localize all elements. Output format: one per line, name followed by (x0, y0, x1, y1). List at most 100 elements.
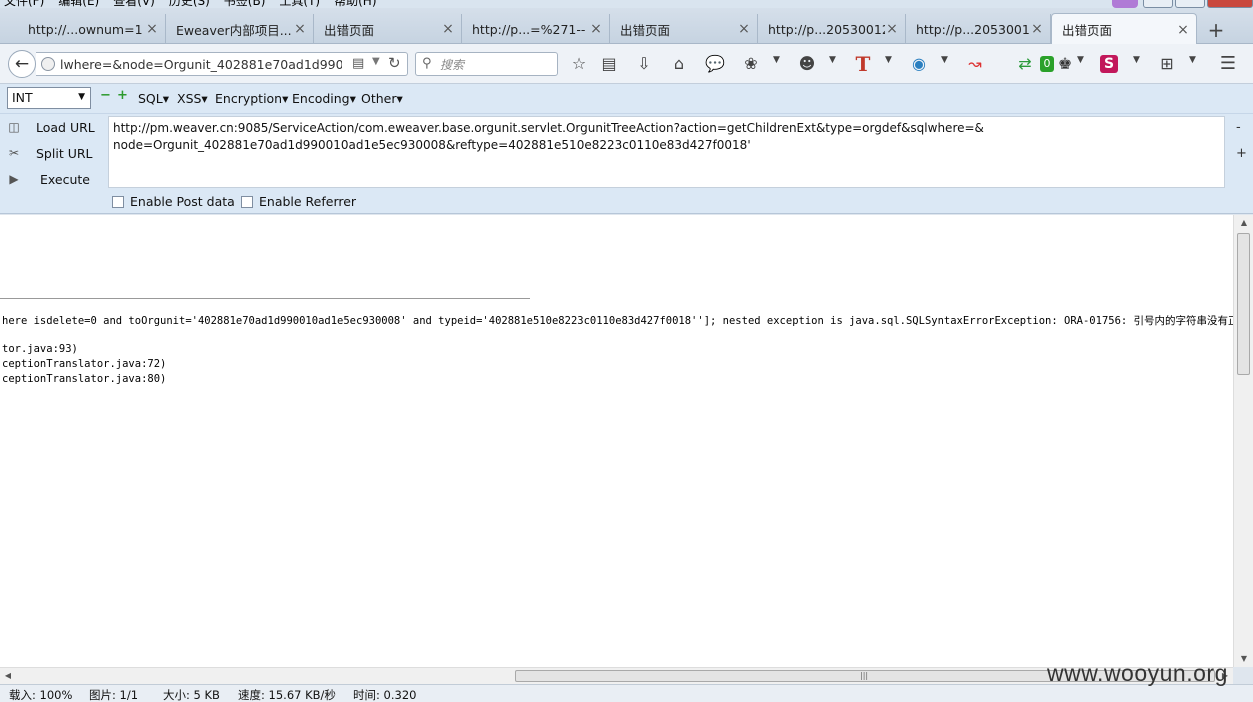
load-url-icon: ◫ (8, 120, 20, 134)
page-content: here isdelete=0 and toOrgunit='402881e70… (0, 215, 1233, 667)
chevron-down-icon: ▼ (78, 92, 85, 102)
vertical-scrollbar[interactable]: ▲ ▼ (1233, 215, 1253, 667)
tab-close-icon[interactable]: × (737, 21, 751, 37)
execute-button[interactable]: ▶ Execute (4, 168, 90, 190)
menu-edit[interactable]: 编辑(E) (58, 0, 99, 8)
trend-chart-icon[interactable]: ↝ (964, 53, 986, 75)
tab-close-icon[interactable]: × (145, 21, 159, 37)
tab-8-active[interactable]: 出错页面 × (1051, 13, 1197, 45)
minimize-button[interactable] (1143, 0, 1173, 8)
split-url-button[interactable]: ✂ Split URL (4, 142, 93, 164)
split-url-label: Split URL (36, 145, 93, 161)
tab-1[interactable]: http://...ownum=1 × (18, 14, 166, 44)
close-window-button[interactable] (1207, 0, 1253, 8)
url-input[interactable] (60, 55, 342, 73)
shrink-textarea-button[interactable]: - (1236, 120, 1241, 135)
search-icon[interactable]: ⚲ (422, 56, 432, 71)
tab-close-icon[interactable]: × (293, 21, 307, 37)
web-globe-dropdown-icon[interactable]: ▼ (941, 55, 948, 65)
search-input[interactable] (440, 56, 552, 73)
tab-close-icon[interactable]: × (1030, 21, 1044, 37)
menu-bar: 文件(F) 编辑(E) 查看(V) 历史(S) 书签(B) 工具(T) 帮助(H… (0, 0, 1253, 8)
menu-view[interactable]: 查看(V) (113, 0, 155, 8)
increase-button[interactable]: + (117, 89, 128, 102)
download-icon[interactable]: ⇩ (633, 53, 655, 75)
tab-2[interactable]: Eweaver内部项目... × (166, 14, 314, 44)
reader-view-icon[interactable]: ▤ (352, 56, 364, 71)
encryption-menu[interactable]: Encryption▾ (215, 91, 288, 106)
crop-dropdown-icon[interactable]: ▼ (1189, 55, 1196, 65)
xss-menu[interactable]: XSS▾ (177, 91, 208, 106)
tab-5[interactable]: 出错页面 × (610, 14, 758, 44)
tab-7[interactable]: http://p...20530012 × (906, 14, 1051, 44)
load-url-button[interactable]: ◫ Load URL (4, 116, 94, 138)
bookmark-star-icon[interactable]: ☆ (568, 53, 590, 75)
checkbox-box (112, 195, 124, 208)
play-icon: ▶ (9, 172, 19, 186)
greasemonkey-icon[interactable]: ☻ (796, 53, 818, 75)
status-images: 图片: 1/1 (89, 688, 139, 702)
watermark: www.wooyun.org (1047, 660, 1228, 686)
decrease-button[interactable]: − (100, 89, 111, 102)
bookmarks-list-icon[interactable]: ▤ (598, 53, 620, 75)
tab-close-icon[interactable]: × (885, 21, 899, 37)
url-dropdown-icon[interactable]: ▼ (372, 56, 380, 67)
new-tab-button[interactable]: + (1204, 19, 1228, 43)
menu-file[interactable]: 文件(F) (4, 0, 44, 8)
reload-icon[interactable]: ↻ (388, 54, 401, 72)
scroll-left-icon[interactable]: ◀ (0, 668, 16, 684)
sync-arrows-icon[interactable]: ⇄ (1014, 53, 1036, 75)
status-size: 大小: 5 KB (163, 688, 220, 702)
chat-icon[interactable]: 💬 (704, 53, 726, 75)
menu-help[interactable]: 帮助(H) (334, 0, 376, 8)
app-badge-icon[interactable] (1112, 0, 1138, 8)
other-menu[interactable]: Other▾ (361, 91, 403, 106)
crop-icon[interactable]: ⊞ (1156, 53, 1178, 75)
tab-label: 出错页面 (324, 22, 375, 38)
menu-bookmarks[interactable]: 书签(B) (224, 0, 266, 8)
firebug-dropdown-icon[interactable]: ▼ (773, 55, 780, 65)
maximize-button[interactable] (1175, 0, 1205, 8)
scroll-up-icon[interactable]: ▲ (1234, 215, 1253, 231)
menu-history[interactable]: 历史(S) (169, 0, 210, 8)
window-controls (1141, 0, 1253, 8)
encoding-menu[interactable]: Encoding▾ (292, 91, 356, 106)
hackbar-panel: ◫ Load URL ✂ Split URL ▶ Execute http://… (0, 114, 1253, 214)
search-bar: ⚲ (415, 52, 558, 76)
tab-close-icon[interactable]: × (441, 21, 455, 37)
lock-people-dropdown-icon[interactable]: ▼ (1077, 55, 1084, 65)
web-globe-icon[interactable]: ◉ (908, 53, 930, 75)
sql-menu[interactable]: SQL▾ (138, 91, 169, 106)
hackbar-url-textarea[interactable]: http://pm.weaver.cn:9085/ServiceAction/c… (108, 116, 1225, 188)
lock-people-icon[interactable]: ♚ (1054, 53, 1076, 75)
home-icon[interactable]: ⌂ (668, 53, 690, 75)
hamburger-menu-icon[interactable]: ☰ (1217, 53, 1239, 75)
globe-icon[interactable] (41, 57, 55, 71)
execute-label: Execute (40, 171, 90, 187)
text-tool-dropdown-icon[interactable]: ▼ (885, 55, 892, 65)
hackbar-toolbar: INT ▼ − + SQL▾ XSS▾ Encryption▾ Encoding… (0, 84, 1253, 114)
back-button[interactable]: ← (8, 50, 36, 78)
scroll-down-icon[interactable]: ▼ (1234, 651, 1253, 667)
s-extension-icon[interactable]: S (1100, 55, 1118, 73)
stack-trace-line: ceptionTranslator.java:80) (2, 373, 167, 385)
menu-tools[interactable]: 工具(T) (279, 0, 320, 8)
tab-close-icon[interactable]: × (1176, 22, 1190, 38)
badge-zero-icon[interactable]: 0 (1040, 56, 1054, 72)
firebug-icon[interactable]: ❀ (740, 53, 762, 75)
greasemonkey-dropdown-icon[interactable]: ▼ (829, 55, 836, 65)
enable-referrer-checkbox[interactable]: Enable Referrer (241, 194, 356, 209)
vertical-scroll-thumb[interactable] (1237, 233, 1250, 375)
menu-items: 文件(F) 编辑(E) 查看(V) 历史(S) 书签(B) 工具(T) 帮助(H… (4, 0, 377, 8)
type-select[interactable]: INT ▼ (7, 87, 91, 109)
enable-post-data-checkbox[interactable]: Enable Post data (112, 194, 235, 209)
text-tool-icon[interactable]: T (852, 53, 874, 75)
tab-4[interactable]: http://p...=%271-- × (462, 14, 610, 44)
url-bar: ▤ ▼ ↻ (36, 52, 408, 76)
tab-label: http://p...20530012 (768, 21, 885, 37)
tab-6[interactable]: http://p...20530012 × (758, 14, 906, 44)
tab-close-icon[interactable]: × (589, 21, 603, 37)
tab-3[interactable]: 出错页面 × (314, 14, 462, 44)
grow-textarea-button[interactable]: + (1236, 146, 1247, 161)
s-extension-dropdown-icon[interactable]: ▼ (1133, 55, 1140, 65)
